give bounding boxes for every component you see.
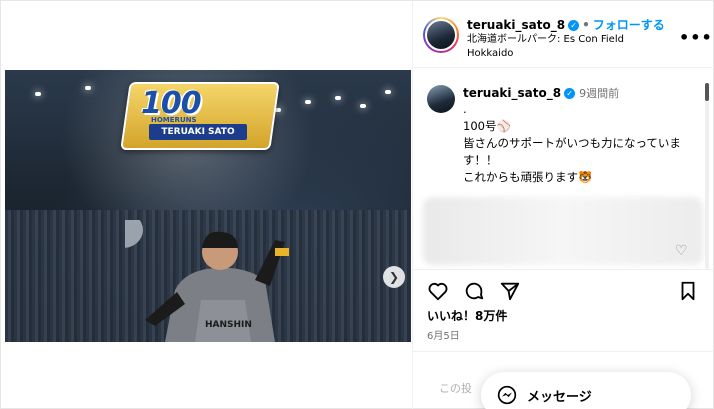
verified-badge-icon: ✓	[568, 20, 580, 31]
messenger-icon	[497, 385, 517, 405]
comment-like-icon[interactable]: ♡	[675, 243, 688, 259]
heart-icon[interactable]	[427, 280, 449, 302]
caption-username[interactable]: teruaki_sato_8	[463, 86, 561, 100]
share-icon[interactable]	[499, 280, 521, 302]
bookmark-icon[interactable]	[677, 280, 699, 302]
caption-time[interactable]: 9週間前	[579, 87, 619, 100]
blurred-comment	[423, 197, 703, 265]
post-image[interactable]: 100 HOMERUNS TERUAKI SATO HANSHIN ❯	[5, 70, 411, 342]
comment-icon[interactable]	[463, 280, 485, 302]
caption-text: . 100号⚾ 皆さんのサポートがいつも力になっています！！ これからも頑張りま…	[463, 102, 681, 184]
likes-count[interactable]: いいね！8万件	[427, 307, 507, 324]
comments-scrollbar[interactable]	[705, 83, 709, 269]
post-sidebar: teruaki_sato_8 ✓ • フォローする 北海道ボールパーク: Es Con…	[412, 1, 714, 409]
separator: •	[582, 18, 590, 32]
badge-name: TERUAKI SATO	[149, 124, 247, 140]
message-label: メッセージ	[527, 389, 592, 405]
next-image-button[interactable]: ❯	[383, 266, 405, 288]
add-comment-area: この投 メッセージ	[413, 351, 714, 409]
profile-avatar[interactable]	[423, 17, 459, 53]
post-header: teruaki_sato_8 ✓ • フォローする 北海道ボールパーク: Es Con…	[413, 1, 714, 68]
action-bar	[413, 269, 714, 309]
more-options-icon[interactable]: •••	[679, 28, 713, 47]
caption-avatar[interactable]	[427, 85, 455, 113]
chevron-right-icon: ❯	[388, 270, 400, 284]
follow-button[interactable]: フォローする	[593, 18, 665, 32]
post-date[interactable]: 6月5日	[427, 327, 460, 342]
jersey-text: HANSHIN	[205, 320, 252, 330]
milestone-badge: 100 HOMERUNS TERUAKI SATO	[120, 72, 285, 160]
message-button[interactable]: メッセージ	[481, 372, 691, 409]
post-window: 100 HOMERUNS TERUAKI SATO HANSHIN ❯ teru…	[0, 0, 714, 409]
comment-input[interactable]: この投	[439, 380, 472, 396]
badge-subtitle: HOMERUNS	[151, 116, 197, 124]
header-username[interactable]: teruaki_sato_8	[467, 18, 565, 32]
location-link[interactable]: 北海道ボールパーク: Es Con Field Hokkaido	[467, 33, 657, 61]
verified-badge-icon: ✓	[564, 88, 576, 99]
